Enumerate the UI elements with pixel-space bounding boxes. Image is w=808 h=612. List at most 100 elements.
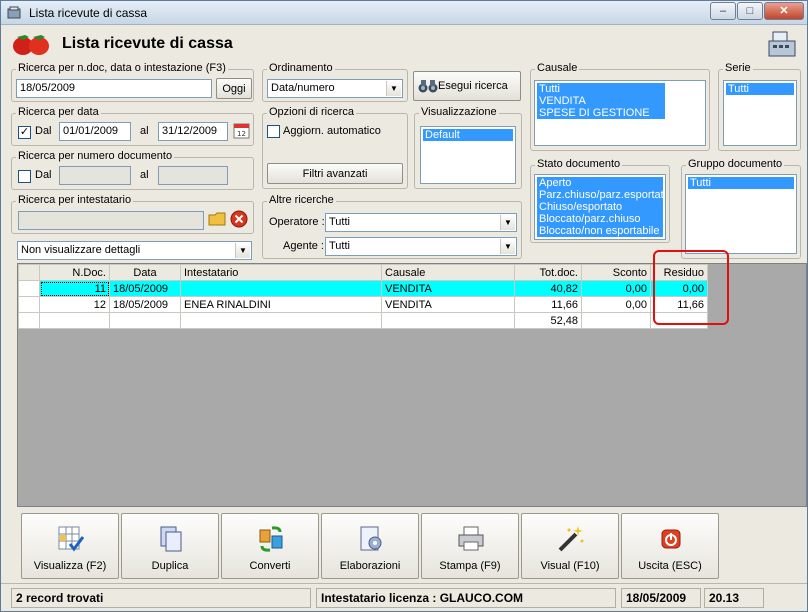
duplicate-button-label: Duplica [151, 560, 189, 572]
view-button[interactable]: Visualizza (F2) [21, 513, 119, 579]
convert-button-label: Converti [249, 560, 291, 572]
cell-sconto[interactable]: 0,00 [581, 296, 651, 313]
column-header-sconto[interactable]: Sconto [581, 264, 651, 281]
visual-button[interactable]: Visual (F10) [521, 513, 619, 579]
holder-input[interactable] [18, 211, 204, 230]
cell-ndoc[interactable]: 11 [39, 280, 110, 297]
cell-empty [109, 312, 181, 329]
cell-totdoc[interactable]: 11,66 [514, 296, 582, 313]
row-indicator [18, 312, 40, 329]
column-header-causale[interactable]: Causale [381, 264, 515, 281]
date-from-checkbox[interactable]: ✓ [18, 126, 31, 139]
doc-status-list[interactable]: Aperto Parz.chiuso/parz.esportato Chiuso… [534, 174, 666, 240]
chevron-down-icon[interactable]: ▼ [235, 243, 250, 258]
duplicate-button[interactable]: Duplica [121, 513, 219, 579]
serie-legend: Serie [723, 62, 753, 74]
svg-text:12: 12 [237, 130, 246, 138]
printer-icon [458, 526, 484, 551]
cell-intestatario[interactable]: ENEA RINALDINI [180, 296, 382, 313]
operator-combo[interactable]: Tutti ▼ [325, 213, 517, 232]
causale-item-tutti[interactable]: Tutti [537, 83, 665, 95]
main-window: Lista ricevute di cassa – □ ✕ Lista rice… [0, 0, 808, 612]
chevron-down-icon[interactable]: ▼ [500, 215, 515, 230]
exit-button[interactable]: Uscita (ESC) [621, 513, 719, 579]
chevron-down-icon[interactable]: ▼ [500, 239, 515, 254]
date-to-input[interactable]: 31/12/2009 [158, 122, 228, 141]
details-combo[interactable]: Non visualizzare dettagli ▼ [17, 241, 252, 260]
minimize-button[interactable]: – [710, 2, 736, 20]
column-header-totdoc[interactable]: Tot.doc. [514, 264, 582, 281]
number-from-input[interactable] [59, 166, 131, 185]
close-button[interactable]: ✕ [764, 2, 804, 20]
advanced-filters-button[interactable]: Filtri avanzati [267, 163, 403, 184]
number-to-input[interactable] [158, 166, 228, 185]
execute-search-button[interactable]: Esegui ricerca [413, 71, 521, 101]
doc-status-item-parz-chiuso[interactable]: Parz.chiuso/parz.esportato [537, 189, 663, 201]
cell-data[interactable]: 18/05/2009 [109, 280, 181, 297]
doc-status-item-aperto[interactable]: Aperto [537, 177, 663, 189]
display-list[interactable]: Default [420, 126, 516, 184]
search-ndoc-legend: Ricerca per n.doc, data o intestazione (… [16, 62, 228, 74]
sorting-combo[interactable]: Data/numero ▼ [267, 79, 403, 98]
date-from-input[interactable]: 01/01/2009 [59, 122, 131, 141]
search-ndoc-input[interactable]: 18/05/2009 [16, 79, 212, 98]
title-bar[interactable]: Lista ricevute di cassa – □ ✕ [1, 1, 807, 25]
status-time: 20.13 [704, 588, 764, 608]
doc-status-item-chiuso[interactable]: Chiuso/esportato [537, 201, 663, 213]
cell-ndoc[interactable]: 12 [39, 296, 110, 313]
agent-combo-value: Tutti [329, 240, 350, 252]
serie-item-tutti[interactable]: Tutti [726, 83, 794, 95]
doc-group-list[interactable]: Tutti [685, 174, 797, 254]
column-header-ndoc[interactable]: N.Doc. [39, 264, 110, 281]
cell-empty [381, 312, 515, 329]
search-options-legend: Opzioni di ricerca [267, 106, 356, 118]
folder-icon[interactable] [208, 210, 226, 228]
agent-combo[interactable]: Tutti ▼ [325, 237, 517, 256]
column-header-data[interactable]: Data [109, 264, 181, 281]
cell-totdoc[interactable]: 40,82 [514, 280, 582, 297]
print-button[interactable]: Stampa (F9) [421, 513, 519, 579]
causale-item-spese[interactable]: SPESE DI GESTIONE [537, 107, 665, 119]
row-indicator [18, 280, 40, 297]
cell-data[interactable]: 18/05/2009 [109, 296, 181, 313]
maximize-button[interactable]: □ [737, 2, 763, 20]
table-row[interactable]: 12 18/05/2009 ENEA RINALDINI VENDITA 11,… [18, 296, 708, 313]
causale-item-vendita[interactable]: VENDITA [537, 95, 665, 107]
strawberry-icon [13, 35, 49, 55]
doc-status-item-bloccato-parz[interactable]: Bloccato/parz.chiuso [537, 213, 663, 225]
display-item-default[interactable]: Default [423, 129, 513, 141]
serie-group: Serie Tutti [718, 62, 801, 151]
table-row[interactable]: 11 18/05/2009 VENDITA 40,82 0,00 0,00 [18, 280, 708, 297]
clear-icon[interactable] [230, 210, 248, 228]
status-records: 2 record trovati [11, 588, 311, 608]
causale-list[interactable]: Tutti VENDITA SPESE DI GESTIONE [534, 80, 706, 146]
doc-group-item-tutti[interactable]: Tutti [688, 177, 794, 189]
calendar-icon[interactable]: 12 [233, 122, 250, 139]
documents-table: N.Doc. Data Intestatario Causale Tot.doc… [18, 264, 708, 329]
duplicate-icon [160, 526, 182, 552]
doc-status-item-bloccato-non[interactable]: Bloccato/non esportabile [537, 225, 663, 237]
sorting-legend: Ordinamento [267, 62, 335, 74]
today-button[interactable]: Oggi [216, 78, 252, 99]
column-header-intestatario[interactable]: Intestatario [180, 264, 382, 281]
cell-intestatario[interactable] [180, 280, 382, 297]
auto-update-checkbox[interactable] [267, 125, 280, 138]
table-header-row: N.Doc. Data Intestatario Causale Tot.doc… [18, 264, 708, 281]
number-from-checkbox[interactable] [18, 170, 31, 183]
status-bar: 2 record trovati Intestatario licenza : … [1, 583, 807, 611]
serie-list[interactable]: Tutti [723, 80, 797, 146]
search-options-group: Opzioni di ricerca Aggiorn. automatico F… [262, 106, 408, 189]
causale-group: Causale Tutti VENDITA SPESE DI GESTIONE [530, 62, 710, 151]
search-holder-group: Ricerca per intestatario [11, 194, 254, 234]
cell-sconto[interactable]: 0,00 [581, 280, 651, 297]
page-title: Lista ricevute di cassa [62, 35, 233, 52]
cell-causale[interactable]: VENDITA [381, 280, 515, 297]
other-searches-group: Altre ricerche Operatore : Tutti ▼ Agent… [262, 194, 522, 259]
processing-button[interactable]: Elaborazioni [321, 513, 419, 579]
window-title: Lista ricevute di cassa [29, 6, 148, 20]
cell-causale[interactable]: VENDITA [381, 296, 515, 313]
doc-group-group: Gruppo documento Tutti [681, 158, 801, 259]
chevron-down-icon[interactable]: ▼ [386, 81, 401, 96]
convert-button[interactable]: Converti [221, 513, 319, 579]
status-licensee: Intestatario licenza : GLAUCO.COM [316, 588, 616, 608]
